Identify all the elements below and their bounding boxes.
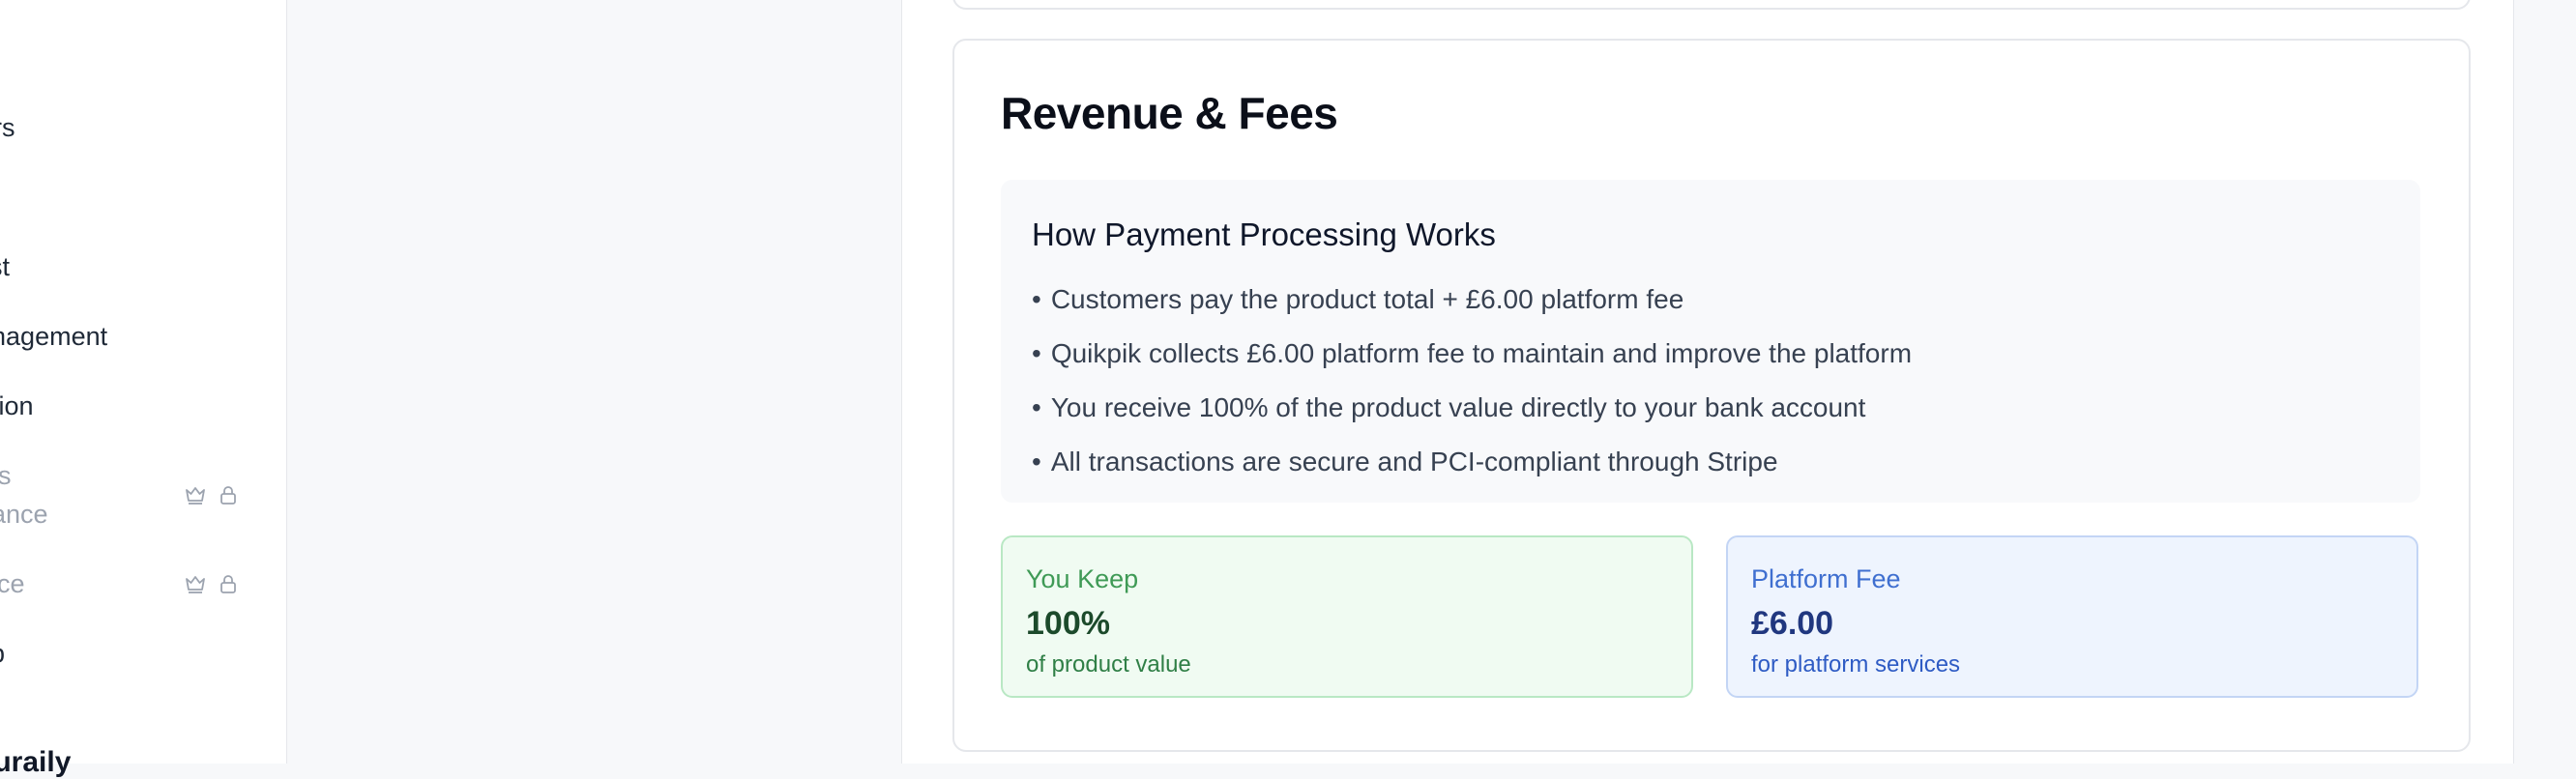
list-item: All transactions are secure and PCI-comp… bbox=[1032, 435, 1912, 489]
stat-value: £6.00 bbox=[1751, 605, 1834, 642]
list-item: You receive 100% of the product value di… bbox=[1032, 381, 1912, 435]
sidebar-item-label: lace bbox=[0, 569, 25, 598]
sidebar-item-locked[interactable]: lace bbox=[0, 564, 25, 603]
platform-fee-stat: Platform Fee £6.00 for platform services bbox=[1726, 535, 2418, 698]
revenue-fees-card: Revenue & Fees How Payment Processing Wo… bbox=[952, 39, 2471, 752]
crown-icon bbox=[186, 487, 205, 505]
lock-icon bbox=[220, 575, 236, 593]
sidebar-section-heading: Quraily bbox=[0, 746, 72, 778]
info-bullet-list: Customers pay the product total + £6.00 … bbox=[1032, 273, 1912, 489]
sidebar-item-label: b bbox=[0, 639, 5, 668]
list-item: Quikpik collects £6.00 platform fee to m… bbox=[1032, 327, 1912, 381]
sidebar-item-label: ers bbox=[0, 113, 15, 142]
sidebar: s ers ast anagement ption s nance lace b… bbox=[0, 0, 287, 778]
stat-caption: of product value bbox=[1026, 651, 1191, 678]
payment-processing-info: How Payment Processing Works Customers p… bbox=[1001, 180, 2420, 503]
stat-caption: for platform services bbox=[1751, 651, 1961, 678]
premium-lock-indicators bbox=[184, 572, 240, 595]
list-item: Customers pay the product total + £6.00 … bbox=[1032, 273, 1912, 327]
sidebar-item-label: ast bbox=[0, 252, 11, 281]
sidebar-item-label: ption bbox=[0, 391, 34, 420]
premium-lock-indicators bbox=[184, 483, 240, 506]
sidebar-item[interactable]: anagement bbox=[0, 317, 107, 356]
stat-value: 100% bbox=[1026, 605, 1110, 642]
sidebar-item-label: s bbox=[0, 461, 12, 490]
previous-card-edge bbox=[952, 0, 2471, 10]
lock-icon bbox=[220, 486, 236, 505]
sidebar-item-label: anagement bbox=[0, 322, 108, 351]
main-content: Revenue & Fees How Payment Processing Wo… bbox=[901, 0, 2514, 764]
info-title: How Payment Processing Works bbox=[1032, 216, 1496, 252]
stat-label: You Keep bbox=[1026, 564, 1139, 593]
sidebar-item[interactable]: ast bbox=[0, 247, 10, 286]
sidebar-item[interactable]: ers bbox=[0, 108, 15, 147]
crown-icon bbox=[186, 576, 205, 593]
sidebar-item-label: nance bbox=[0, 500, 48, 529]
card-title: Revenue & Fees bbox=[1001, 88, 1338, 138]
you-keep-stat: You Keep 100% of product value bbox=[1001, 535, 1693, 698]
sidebar-item-locked[interactable]: s nance bbox=[0, 456, 48, 534]
stat-label: Platform Fee bbox=[1751, 564, 1901, 593]
sidebar-item[interactable]: b bbox=[0, 634, 5, 673]
sidebar-item[interactable]: ption bbox=[0, 387, 34, 425]
